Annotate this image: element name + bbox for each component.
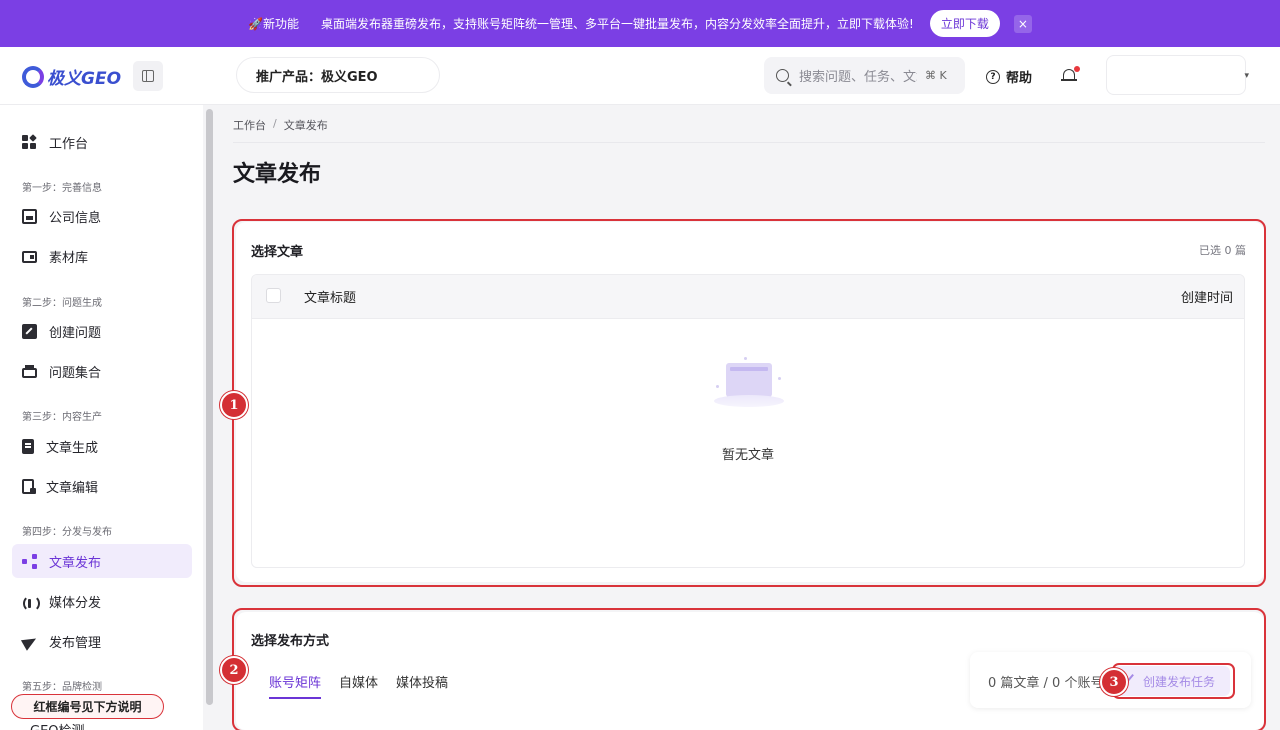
sidebar-item-label: 文章发布 [49, 555, 102, 571]
section-label-step2: 第二步：问题生成 [22, 298, 102, 309]
section-label-step1: 第一步：完善信息 [22, 183, 102, 194]
sidebar-item-create-question[interactable]: 创建问题 [12, 314, 192, 348]
section-label-step3: 第三步：内容生产 [22, 412, 102, 423]
download-button[interactable]: 立即下载 [929, 10, 1000, 37]
sidebar-item-workbench[interactable]: 工作台 [12, 125, 192, 159]
search-icon [776, 69, 789, 82]
search-shortcut: ⌘ K [925, 69, 947, 82]
annotation-badge-1: 1 [220, 391, 248, 419]
notification-dot [1074, 66, 1080, 72]
announcement-message: 桌面端发布器重磅发布，支持账号矩阵统一管理、多平台一键批量发布，内容分发效率全面… [321, 17, 914, 31]
help-icon: ? [986, 69, 1000, 84]
product-selector[interactable]: 推广产品：极义GEO [236, 57, 440, 93]
annotation-box-1 [232, 219, 1266, 587]
user-menu[interactable]: ▾ [1106, 55, 1249, 95]
logo-mark-icon [22, 65, 44, 88]
company-icon [22, 208, 37, 224]
help-label: 帮助 [1006, 71, 1033, 86]
logo-text: 极义GEO [47, 69, 122, 89]
document-icon [22, 438, 34, 454]
annotation-badge-3: 3 [1100, 668, 1128, 696]
sidebar-item-geo-check[interactable]: GEO检测 [30, 720, 85, 730]
sidebar-scrollbar[interactable] [204, 107, 214, 707]
sidebar-item-article-generate[interactable]: 文章生成 [12, 429, 192, 463]
sidebar-item-label: 公司信息 [49, 210, 102, 226]
annotation-badge-2: 2 [220, 656, 248, 684]
sidebar-item-media-distribution[interactable]: 媒体分发 [12, 584, 192, 618]
sidebar-item-article-publish[interactable]: 文章发布 [12, 544, 192, 578]
share-icon [22, 553, 37, 569]
logo[interactable]: 极义GEO [22, 64, 121, 89]
wallet-icon [22, 251, 37, 263]
collection-icon [22, 364, 37, 378]
edit-icon [22, 323, 37, 339]
sidebar-item-label: 文章生成 [46, 440, 99, 456]
announcement-bar: 🚀新功能 桌面端发布器重磅发布，支持账号矩阵统一管理、多平台一键批量发布，内容分… [0, 0, 1280, 47]
sidebar-collapse-button[interactable] [133, 61, 163, 91]
close-icon[interactable]: × [1013, 14, 1032, 33]
send-icon [22, 634, 37, 649]
page-title: 文章发布 [233, 162, 322, 187]
sidebar-item-company-info[interactable]: 公司信息 [12, 199, 192, 233]
breadcrumb-separator: / [273, 117, 277, 130]
section-label-step4: 第四步：分发与发布 [22, 527, 112, 538]
breadcrumb-item-workbench[interactable]: 工作台 [233, 117, 266, 133]
search-input[interactable]: 搜索问题、任务、文章 ⌘ K [764, 57, 965, 94]
announcement-tag: 🚀新功能 [248, 17, 300, 31]
bell-icon[interactable] [1061, 66, 1080, 85]
sidebar-item-materials[interactable]: 素材库 [12, 239, 192, 273]
sidebar-item-label: 发布管理 [49, 635, 102, 651]
top-header: 极义GEO 推广产品：极义GEO 搜索问题、任务、文章 ⌘ K ? 帮助 ▾ [0, 47, 1280, 105]
annotation-box-3 [1112, 663, 1235, 699]
annotation-note: 红框编号见下方说明 [11, 694, 164, 719]
breadcrumb: 工作台 / 文章发布 [233, 117, 328, 133]
sidebar-item-label: 问题集合 [49, 365, 102, 381]
sidebar-item-publish-management[interactable]: 发布管理 [12, 624, 192, 658]
sidebar-item-label: 素材库 [49, 250, 89, 266]
chevron-down-icon: ▾ [1244, 71, 1249, 81]
divider [233, 142, 1265, 143]
help-button[interactable]: ? 帮助 [986, 67, 1032, 86]
sidebar-item-label: 媒体分发 [49, 595, 102, 611]
sidebar-item-label: 文章编辑 [46, 480, 99, 496]
breadcrumb-item-current: 文章发布 [283, 119, 328, 132]
sidebar-item-label: 创建问题 [49, 325, 102, 341]
sidebar-item-label: 工作台 [49, 136, 89, 152]
sidebar-item-question-collection[interactable]: 问题集合 [12, 354, 192, 388]
document-edit-icon [22, 478, 36, 494]
section-label-step5: 第五步：品牌检测 [22, 682, 102, 693]
dashboard-icon [22, 133, 37, 150]
search-placeholder: 搜索问题、任务、文章 [799, 70, 917, 85]
sidebar-item-article-edit[interactable]: 文章编辑 [12, 469, 192, 503]
broadcast-icon [22, 594, 40, 612]
sidebar-toggle-icon [142, 70, 154, 82]
